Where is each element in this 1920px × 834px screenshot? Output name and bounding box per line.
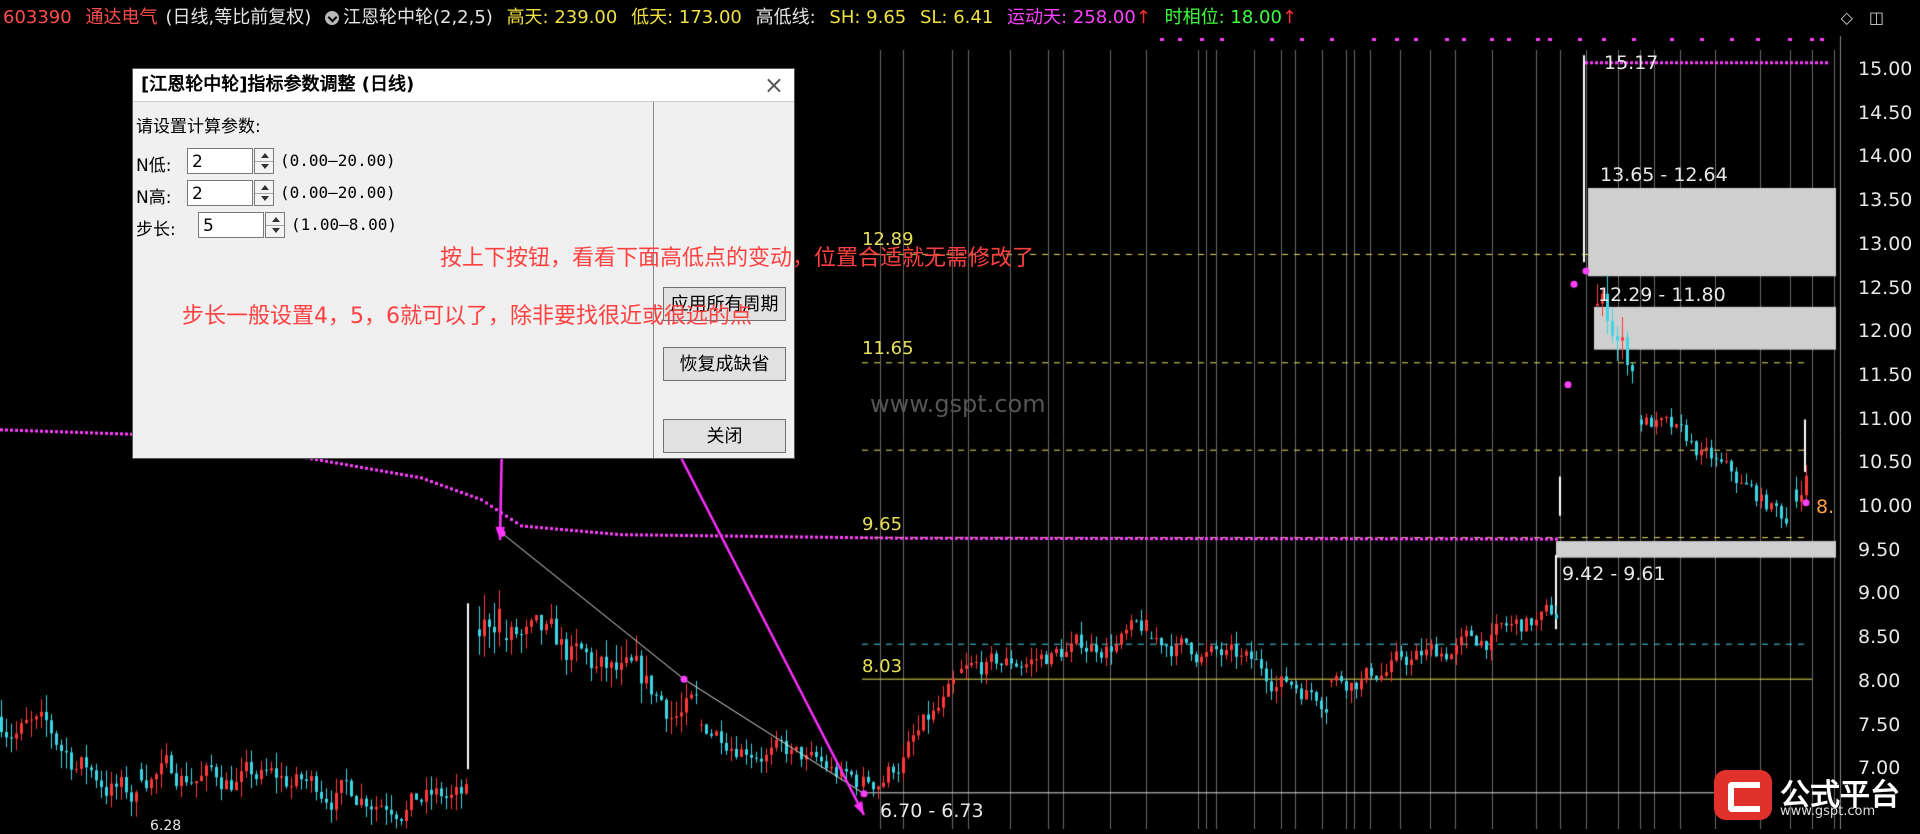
dialog-title: [江恩轮中轮]指标参数调整 (日线)	[141, 74, 415, 95]
price-axis-label: 9.00	[1858, 582, 1901, 605]
range-label: 9.42 - 9.61	[1562, 563, 1666, 585]
range-label: 15.17	[1604, 52, 1659, 74]
price-axis-label: 15.00	[1858, 58, 1913, 80]
price-axis-label: 10.50	[1858, 451, 1913, 474]
param-panel: 请设置计算参数: N低: 2 (0.00—20.00) N高: 2 (0.00—…	[133, 102, 653, 458]
diamond-icon[interactable]: ◇	[1841, 8, 1853, 27]
indicator-name[interactable]: 江恩轮中轮(2,2,5)	[343, 7, 493, 28]
indicator-toggle-icon[interactable]	[324, 11, 339, 25]
chart-info-bar: 603390 通达电气 (日线,等比前复权) 江恩轮中轮(2,2,5) 高天: 2…	[0, 0, 1920, 36]
param-row-n-low: N低: 2 (0.00—20.00)	[136, 148, 656, 176]
gspt-logo: 公式平台 www.gspt.com	[1714, 770, 1920, 820]
chart-mode: (日线,等比前复权)	[165, 7, 312, 28]
param-row-n-high: N高: 2 (0.00—20.00)	[136, 180, 656, 208]
stock-code[interactable]: 603390	[3, 7, 72, 28]
level-label: 11.65	[862, 338, 914, 359]
price-axis-label: 13.00	[1858, 232, 1913, 255]
price-axis-label: 11.50	[1858, 363, 1913, 386]
param-row-step: 步长: 5 (1.00—8.00)	[136, 212, 656, 240]
stock-name[interactable]: 通达电气	[85, 7, 157, 28]
price-axis-label: 10.00	[1858, 495, 1913, 517]
dialog-title-bar[interactable]: [江恩轮中轮]指标参数调整 (日线) ×	[133, 69, 794, 102]
window-icon[interactable]: ◫	[1869, 8, 1884, 27]
param-range: (0.00—20.00)	[280, 183, 396, 202]
up-arrow-icon: ↑	[1135, 7, 1151, 28]
restore-default-button[interactable]: 恢复成缺省	[663, 347, 786, 381]
price-axis-label: 8.00	[1858, 669, 1901, 692]
dialog-divider	[653, 102, 654, 458]
param-label: N低:	[136, 156, 172, 176]
annotation-hint-buttons: 按上下按钮，看看下面高低点的变动，位置合适就无需修改了	[440, 246, 1035, 271]
up-arrow-icon: ↑	[1281, 7, 1298, 28]
move-days-value: 运动天: 258.00	[1007, 7, 1136, 28]
price-axis-label: 8.50	[1858, 626, 1901, 649]
watermark: www.gspt.com	[870, 390, 1046, 418]
param-range: (0.00—20.00)	[280, 151, 396, 170]
close-icon[interactable]: ×	[764, 69, 784, 101]
param-prompt: 请设置计算参数:	[136, 117, 261, 137]
price-axis-label: 14.00	[1858, 145, 1913, 168]
logo-mark-icon	[1714, 770, 1772, 820]
price-axis-label: 7.50	[1858, 713, 1901, 736]
logo-url: www.gspt.com	[1780, 804, 1876, 819]
param-label: N高:	[136, 188, 172, 208]
range-label: 12.29 - 11.80	[1598, 284, 1726, 306]
low-days-value: 低天: 173.00	[631, 7, 742, 28]
annotation-hint-step: 步长一般设置4，5，6就可以了，除非要找很近或很远的点	[182, 304, 752, 329]
range-label: 13.65 - 12.64	[1600, 164, 1728, 186]
n-low-spinner[interactable]	[254, 148, 274, 174]
param-label: 步长:	[136, 220, 176, 240]
high-days-value: 高天: 239.00	[506, 7, 618, 28]
price-axis-label: 12.00	[1858, 320, 1913, 343]
level-label: 9.65	[862, 514, 903, 535]
n-high-input[interactable]: 2	[187, 180, 253, 206]
dialog-close-button[interactable]: 关闭	[663, 419, 786, 453]
n-high-spinner[interactable]	[254, 180, 274, 206]
n-low-input[interactable]: 2	[187, 148, 253, 174]
range-label: 6.70 - 6.73	[880, 800, 984, 822]
step-spinner[interactable]	[265, 212, 285, 238]
hl-line-label: 高低线:	[755, 7, 816, 28]
sl-value: SL: 6.41	[919, 7, 994, 28]
param-range: (1.00—8.00)	[291, 215, 397, 234]
price-axis-label: 9.50	[1858, 538, 1901, 561]
step-input[interactable]: 5	[198, 212, 264, 238]
level-label: 8.03	[862, 656, 903, 677]
range-label: 6.28	[150, 818, 182, 834]
time-phase-value: 时相位: 18.00	[1164, 7, 1282, 28]
price-axis-label: 14.50	[1858, 101, 1913, 124]
price-axis-label: 13.50	[1858, 189, 1913, 212]
price-axis-label: 11.00	[1858, 407, 1913, 430]
range-label: 8.	[1816, 496, 1835, 518]
price-axis-label: 12.50	[1858, 276, 1913, 299]
sh-value: SH: 9.65	[829, 7, 907, 28]
